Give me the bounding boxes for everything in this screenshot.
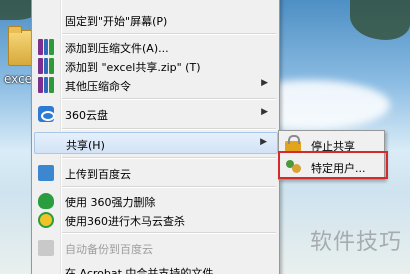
menu-item-other-compress[interactable]: 其他压缩命令 ▶: [34, 74, 278, 96]
menu-item-label: 上传到百度云: [65, 168, 131, 181]
menu-item-label: 添加到 "excel共享.zip" (T): [65, 61, 201, 74]
menu-item-acrobat-merge[interactable]: 在 Acrobat 中合并支持的文件: [34, 261, 278, 274]
menu-separator: [62, 33, 276, 35]
menu-item-label: 添加到压缩文件(A)...: [65, 42, 169, 55]
menu-item-pin-start[interactable]: 固定到"开始"屏幕(P): [34, 9, 278, 31]
menu-item-label: 共享(H): [66, 139, 105, 152]
backup-icon: [38, 240, 54, 256]
context-menu: 固定到"开始"屏幕(P) 添加到压缩文件(A)... 添加到 "excel共享.…: [31, 0, 280, 274]
menu-separator: [62, 232, 276, 234]
menu-item-label: 360云盘: [65, 109, 108, 122]
360-cloud-icon: [38, 106, 55, 122]
menu-item-360-scan[interactable]: 使用360进行木马云查杀: [34, 209, 278, 231]
menu-separator: [62, 98, 276, 100]
annotation-highlight-box: [278, 151, 388, 179]
winrar-icon: [38, 77, 55, 93]
palm-decoration: [350, 0, 410, 40]
submenu-arrow-icon: ▶: [261, 78, 268, 88]
menu-item-360-cloud[interactable]: 360云盘 ▶: [34, 103, 278, 125]
menu-item-label: 自动备份到百度云: [65, 243, 153, 256]
360-shield-icon: [38, 193, 54, 209]
upload-cloud-icon: [38, 165, 54, 181]
submenu-arrow-icon: ▶: [260, 137, 267, 147]
menu-item-auto-backup[interactable]: 自动备份到百度云: [34, 237, 278, 259]
menu-separator: [62, 128, 276, 130]
menu-separator: [62, 157, 276, 159]
menu-item-label: 固定到"开始"屏幕(P): [65, 15, 168, 28]
menu-separator: [62, 186, 276, 188]
watermark-text: 软件技巧: [309, 230, 402, 255]
submenu-arrow-icon: ▶: [261, 107, 268, 117]
menu-item-label: 使用360进行木马云查杀: [65, 215, 185, 228]
menu-item-upload-baidu[interactable]: 上传到百度云: [34, 162, 278, 184]
winrar-icon: [38, 58, 55, 74]
folder-label[interactable]: exce: [4, 72, 32, 86]
menu-item-label: 使用 360强力删除: [65, 196, 156, 209]
360-antivirus-icon: [38, 212, 54, 228]
menu-item-share[interactable]: 共享(H) ▶: [34, 132, 278, 154]
winrar-icon: [38, 39, 55, 55]
menu-item-label: 其他压缩命令: [65, 80, 131, 93]
menu-item-label: 在 Acrobat 中合并支持的文件: [65, 267, 214, 274]
